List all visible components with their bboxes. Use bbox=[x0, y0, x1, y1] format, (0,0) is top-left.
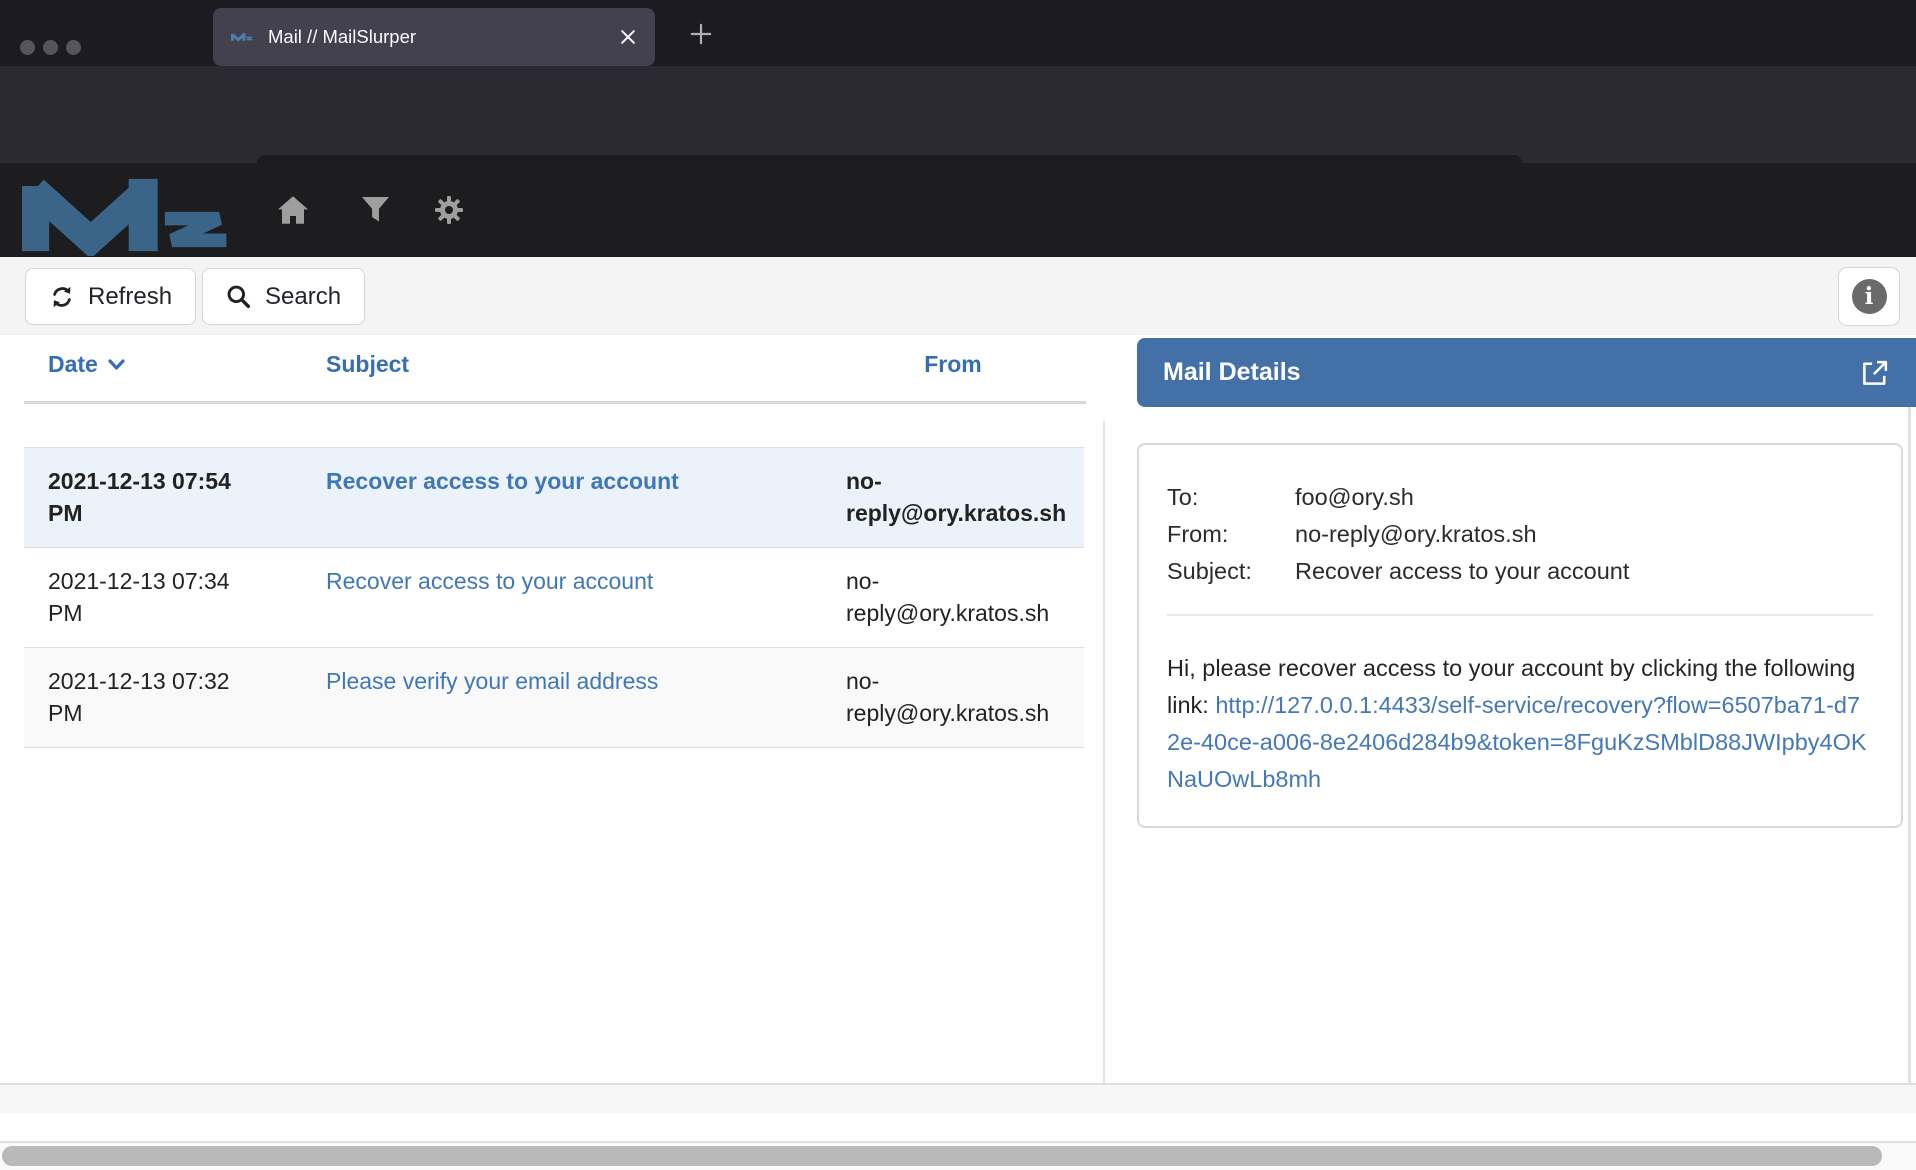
detail-subject-row: Subject: Recover access to your account bbox=[1167, 553, 1873, 590]
home-icon[interactable] bbox=[278, 195, 308, 225]
mail-details-card: To: foo@ory.sh From: no-reply@ory.kratos… bbox=[1137, 443, 1903, 828]
horizontal-scrollbar[interactable] bbox=[0, 1143, 1916, 1170]
date-column-label: Date bbox=[48, 351, 98, 378]
search-button-label: Search bbox=[265, 283, 341, 311]
panel-divider bbox=[1103, 421, 1105, 1083]
main-content: Date Subject From 2021-12-13 07:54 PM Re… bbox=[0, 335, 1916, 1085]
sort-chevron-down-icon bbox=[107, 358, 126, 372]
window-controls[interactable] bbox=[20, 40, 81, 55]
mail-subject-link[interactable]: Recover access to your account bbox=[326, 568, 653, 594]
new-tab-button[interactable] bbox=[684, 17, 718, 51]
refresh-button-label: Refresh bbox=[88, 283, 172, 311]
card-divider bbox=[1167, 614, 1873, 616]
column-header-subject[interactable]: Subject bbox=[302, 351, 822, 378]
browser-navbar: 127.0.0.1:4436/# 90% bbox=[0, 66, 1916, 163]
mail-subject-link[interactable]: Please verify your email address bbox=[326, 668, 658, 694]
mail-row[interactable]: 2021-12-13 07:34 PM Recover access to yo… bbox=[24, 548, 1084, 648]
subject-column-label: Subject bbox=[326, 351, 409, 377]
to-label: To: bbox=[1167, 479, 1295, 516]
detail-from-row: From: no-reply@ory.kratos.sh bbox=[1167, 516, 1873, 553]
recovery-link[interactable]: http://127.0.0.1:4433/self-service/recov… bbox=[1167, 692, 1867, 792]
mail-from: no-reply@ory.kratos.sh bbox=[822, 665, 1084, 729]
from-column-label: From bbox=[924, 351, 982, 377]
browser-window: Mail // MailSlurper bbox=[0, 0, 1916, 1170]
mail-date: 2021-12-13 07:32 PM bbox=[24, 665, 302, 729]
window-dot-icon bbox=[20, 40, 35, 55]
page-background-strip bbox=[0, 1085, 1916, 1113]
mail-date: 2021-12-13 07:54 PM bbox=[24, 465, 302, 529]
mailslurper-favicon-icon bbox=[231, 26, 253, 48]
mail-toolbar: Refresh Search i bbox=[0, 257, 1916, 335]
mail-row-selected[interactable]: 2021-12-13 07:54 PM Recover access to yo… bbox=[24, 447, 1084, 548]
detail-to-row: To: foo@ory.sh bbox=[1167, 479, 1873, 516]
refresh-icon bbox=[49, 284, 75, 310]
from-value: no-reply@ory.kratos.sh bbox=[1295, 516, 1873, 553]
mail-from: no-reply@ory.kratos.sh bbox=[822, 565, 1084, 629]
tab-bar: Mail // MailSlurper bbox=[0, 0, 1916, 66]
mail-row[interactable]: 2021-12-13 07:32 PM Please verify your e… bbox=[24, 648, 1084, 748]
mail-from: no-reply@ory.kratos.sh bbox=[822, 465, 1084, 529]
from-label: From: bbox=[1167, 516, 1295, 553]
column-header-from[interactable]: From bbox=[822, 351, 1084, 378]
filter-funnel-icon[interactable] bbox=[362, 197, 389, 224]
info-icon: i bbox=[1852, 279, 1887, 314]
mail-body: Hi, please recover access to your accoun… bbox=[1167, 650, 1873, 798]
mail-list: 2021-12-13 07:54 PM Recover access to yo… bbox=[24, 447, 1084, 748]
tab-close-icon[interactable] bbox=[619, 28, 637, 46]
info-button[interactable]: i bbox=[1838, 267, 1900, 326]
mail-details-header: Mail Details bbox=[1137, 338, 1916, 407]
search-button[interactable]: Search bbox=[202, 268, 365, 325]
window-dot-icon bbox=[66, 40, 81, 55]
mail-subject: Recover access to your account bbox=[302, 465, 822, 529]
open-external-icon[interactable] bbox=[1860, 358, 1890, 388]
browser-tab-mailslurper[interactable]: Mail // MailSlurper bbox=[213, 8, 655, 66]
window-dot-icon bbox=[43, 40, 58, 55]
header-divider bbox=[24, 401, 1086, 404]
to-value: foo@ory.sh bbox=[1295, 479, 1873, 516]
mail-subject-link[interactable]: Recover access to your account bbox=[326, 468, 679, 494]
refresh-button[interactable]: Refresh bbox=[25, 268, 196, 325]
settings-gear-icon[interactable] bbox=[434, 195, 464, 225]
tab-title: Mail // MailSlurper bbox=[268, 26, 416, 48]
status-strip bbox=[0, 1113, 1916, 1143]
column-header-date[interactable]: Date bbox=[24, 351, 302, 378]
mailslurper-logo bbox=[22, 174, 230, 256]
subject-label: Subject: bbox=[1167, 553, 1295, 590]
search-icon bbox=[226, 284, 252, 310]
subject-value: Recover access to your account bbox=[1295, 553, 1873, 590]
mail-date: 2021-12-13 07:34 PM bbox=[24, 565, 302, 629]
right-edge-divider bbox=[1908, 405, 1911, 1083]
mail-subject: Please verify your email address bbox=[302, 665, 822, 729]
plus-icon bbox=[688, 21, 714, 47]
scrollbar-thumb[interactable] bbox=[2, 1146, 1882, 1166]
mail-list-header: Date Subject From bbox=[24, 351, 1084, 378]
mail-subject: Recover access to your account bbox=[302, 565, 822, 629]
mailslurper-header bbox=[0, 163, 1916, 257]
mail-details-title: Mail Details bbox=[1163, 358, 1301, 387]
